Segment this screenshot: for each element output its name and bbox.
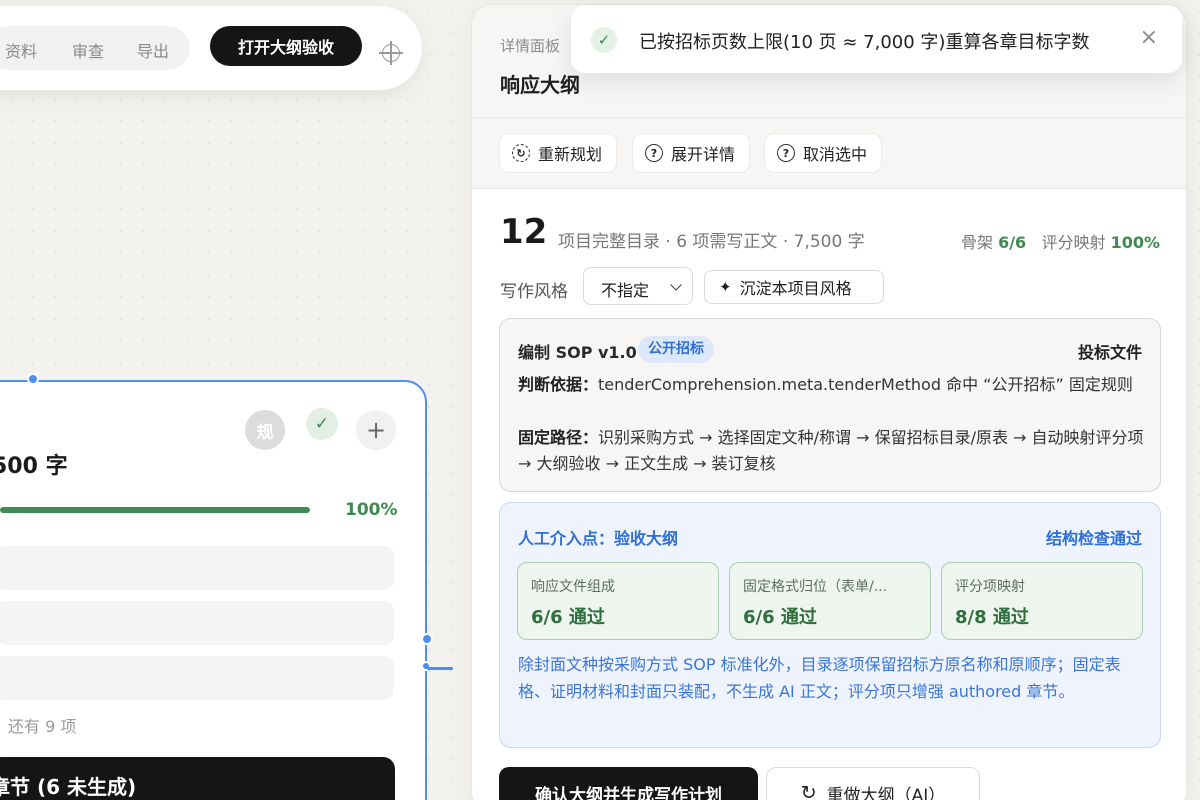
redo-outline-button[interactable]: ↻ 重做大纲（AI）: [766, 767, 980, 800]
total-count: 12: [500, 212, 548, 252]
list-item[interactable]: [0, 546, 394, 590]
panel-title: 响应大纲: [500, 73, 580, 97]
mapping-value: 100%: [1110, 233, 1160, 252]
more-items-label[interactable]: 还有 9 项: [8, 713, 76, 737]
list-item[interactable]: [0, 656, 394, 700]
close-icon[interactable]: ×: [1140, 25, 1158, 50]
deselect-label: 取消选中: [803, 145, 868, 164]
expand-details-label: 展开详情: [671, 145, 736, 164]
check-label: 评分项映射: [955, 579, 1025, 595]
open-outline-review-button[interactable]: 打开大纲验收: [210, 26, 362, 66]
sparkle-icon: ✦: [719, 278, 732, 296]
confirm-outline-button[interactable]: 确认大纲并生成写作计划: [499, 767, 758, 800]
writing-style-select[interactable]: 不指定: [583, 267, 693, 305]
mapping-label: 评分映射: [1041, 233, 1106, 252]
check-label: 响应文件组成: [531, 579, 615, 595]
chevron-down-icon: [670, 279, 682, 291]
toast-text: 已按招标页数上限(10 页 ≈ 7,000 字)重算各章目标字数: [639, 32, 1090, 53]
refresh-icon: ↻: [800, 782, 817, 800]
toast-notification: ✓ 已按招标页数上限(10 页 ≈ 7,000 字)重算各章目标字数 ×: [571, 5, 1182, 73]
expand-details-button[interactable]: ? 展开详情: [632, 133, 751, 173]
check-fixed-format: 固定格式归位（表单/... 6/6 通过: [729, 562, 931, 640]
sop-basis-label: 判断依据：: [518, 375, 599, 394]
check-label: 固定格式归位（表单/...: [743, 579, 888, 595]
node-handle-top[interactable]: [27, 373, 39, 385]
skeleton-value: 6/6: [998, 233, 1027, 252]
sop-path-label: 固定路径：: [518, 428, 599, 447]
tab-materials[interactable]: 资料: [5, 38, 37, 62]
view-tabs: 资料 审查 导出: [0, 26, 190, 70]
review-title: 人工介入点：验收大纲: [518, 529, 679, 548]
node-handle-right[interactable]: [421, 633, 433, 645]
outline-summary: 项目完整目录 · 6 项需写正文 · 7,500 字: [558, 232, 865, 252]
tab-export[interactable]: 导出: [137, 38, 169, 62]
panel-eyebrow: 详情面板: [500, 37, 561, 55]
list-item[interactable]: [0, 601, 394, 645]
help-icon: ?: [645, 144, 663, 162]
check-response-docs: 响应文件组成 6/6 通过: [517, 562, 719, 640]
tab-review[interactable]: 审查: [72, 38, 104, 62]
check-value: 8/8 通过: [955, 607, 1029, 628]
check-icon[interactable]: ✓: [306, 408, 338, 440]
check-score-mapping: 评分项映射 8/8 通过: [941, 562, 1143, 640]
outline-stats: 骨架 6/6 评分映射 100%: [961, 229, 1160, 253]
refresh-icon: ↻: [512, 144, 530, 162]
sop-title: 编制 SOP v1.0: [518, 343, 637, 362]
generate-chapters-label: 章节 (6 未生成): [0, 775, 137, 799]
replan-button[interactable]: ↻ 重新规划: [499, 133, 618, 173]
deselect-button[interactable]: ? 取消选中: [764, 133, 883, 173]
procurement-method-badge: 公开招标: [638, 336, 714, 363]
writing-style-label: 写作风格: [500, 282, 568, 302]
structure-check-status: 结构检查通过: [1045, 529, 1142, 548]
save-style-label: 沉淀本项目风格: [739, 279, 852, 298]
sop-card: 编制 SOP v1.0 公开招标 投标文件 判断依据：tenderCompreh…: [499, 318, 1161, 492]
rule-badge[interactable]: 规: [245, 410, 285, 450]
node-progress-label: 100%: [345, 500, 398, 520]
sop-basis: 判断依据：tenderComprehension.meta.tenderMeth…: [518, 372, 1146, 398]
node-title: 500 字: [0, 454, 68, 479]
top-toolbar: 资料 审查 导出 打开大纲验收: [0, 6, 422, 90]
node-edge: [427, 667, 453, 670]
generate-chapters-button[interactable]: 章节 (6 未生成): [0, 757, 395, 800]
writing-style-value: 不指定: [601, 281, 650, 300]
detail-panel: 详情面板 响应大纲 ↻ 重新规划 ? 展开详情 ? 取消选中 12 项目完整目录…: [471, 4, 1187, 800]
skeleton-label: 骨架: [960, 233, 993, 252]
check-value: 6/6 通过: [531, 607, 605, 628]
sop-basis-text: tenderComprehension.meta.tenderMethod 命中…: [598, 375, 1133, 394]
node-progress-bar: [0, 507, 310, 513]
review-note: 除封面文种按采购方式 SOP 标准化外，目录逐项保留招标方原名称和原顺序；固定表…: [518, 655, 1121, 701]
redo-outline-label: 重做大纲（AI）: [826, 785, 946, 800]
locate-icon[interactable]: [379, 41, 403, 65]
sop-path-text: 识别采购方式 → 选择固定文种/称谓 → 保留招标目录/原表 → 自动映射评分项…: [518, 428, 1144, 473]
help-icon: ?: [777, 144, 795, 162]
sop-path: 固定路径：识别采购方式 → 选择固定文种/称谓 → 保留招标目录/原表 → 自动…: [518, 425, 1146, 477]
save-style-button[interactable]: ✦ 沉淀本项目风格: [704, 270, 884, 304]
check-value: 6/6 通过: [743, 607, 817, 628]
replan-label: 重新规划: [538, 145, 603, 164]
add-icon[interactable]: +: [356, 410, 396, 450]
node-progress-fill: [0, 507, 310, 513]
check-icon: ✓: [591, 27, 617, 53]
sop-doc-type: 投标文件: [1077, 343, 1142, 362]
